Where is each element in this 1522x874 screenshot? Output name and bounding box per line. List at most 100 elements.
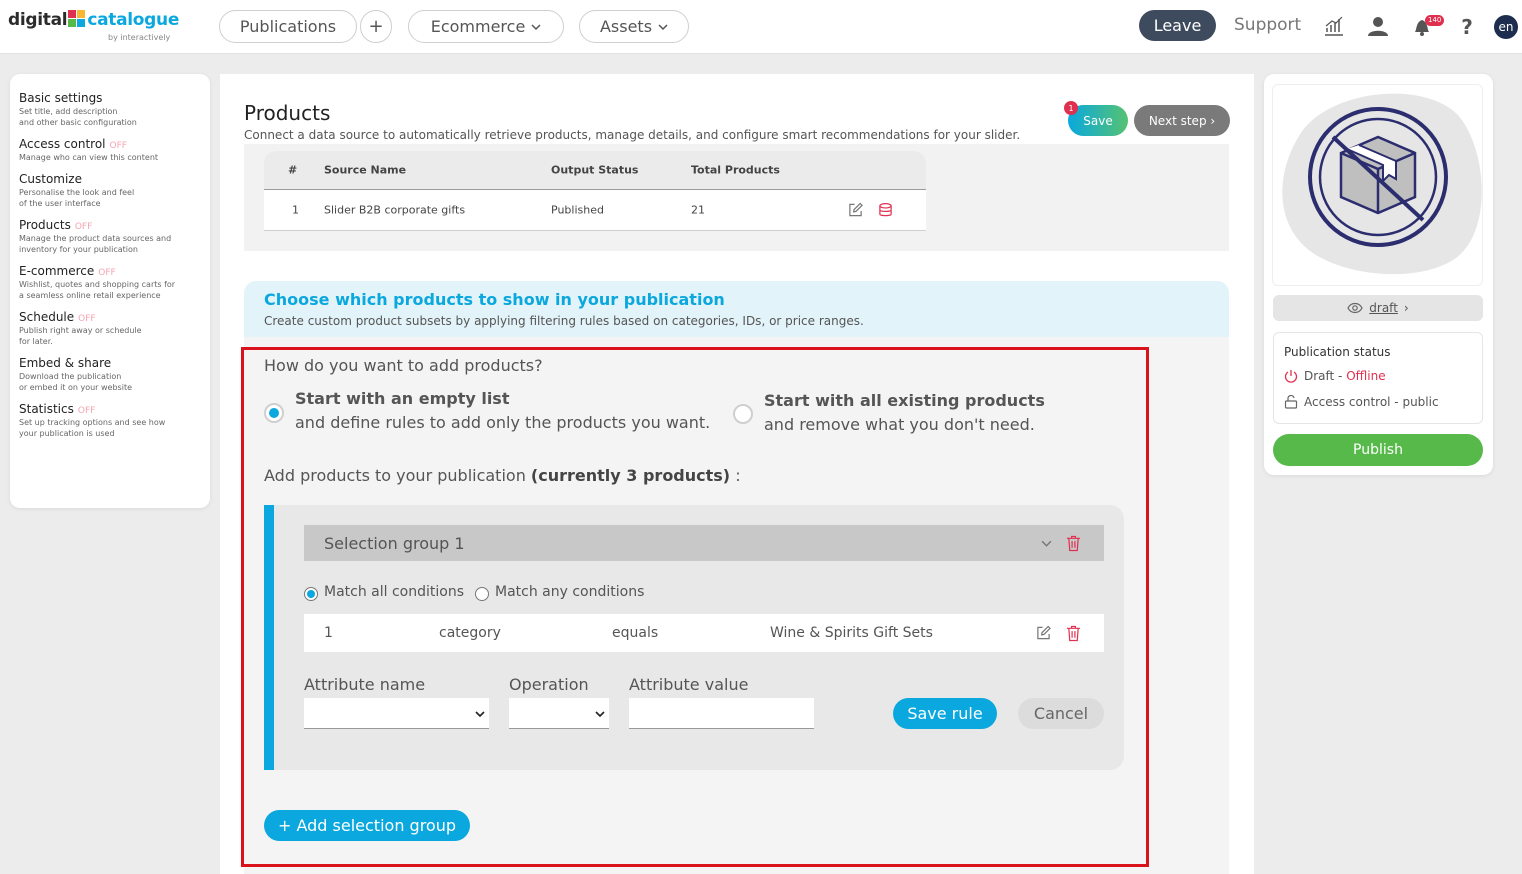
draft-link-label: draft: [1369, 301, 1398, 315]
col-total-products: Total Products: [691, 163, 780, 177]
plus-icon: +: [368, 16, 384, 37]
selection-group-title: Selection group 1: [324, 534, 465, 553]
chevron-down-icon: [531, 23, 541, 30]
logo-subtitle: by interactively: [108, 33, 171, 42]
all-products-subtitle: and remove what you don't need.: [764, 415, 1035, 434]
attribute-name-label: Attribute name: [304, 675, 426, 694]
sidebar-item-description: Manage who can view this content: [19, 153, 159, 162]
add-method-question: How do you want to add products?: [264, 356, 543, 375]
edit-icon[interactable]: [848, 202, 863, 218]
row-total-products: 21: [691, 203, 705, 217]
rule-operation: equals: [612, 625, 659, 641]
match-all-radio[interactable]: [304, 587, 318, 601]
nav-assets-label: Assets: [599, 17, 653, 36]
sidebar-item[interactable]: Access control OFF Manage who can view thi…: [19, 137, 210, 163]
row-output-status: Published: [551, 203, 604, 217]
nav-publications[interactable]: Publications: [219, 10, 357, 43]
sidebar-item-title: Basic settings: [19, 91, 210, 105]
support-link[interactable]: Support: [1234, 15, 1301, 35]
trash-icon[interactable]: [1066, 624, 1081, 642]
offline-status: Offline: [1346, 369, 1386, 383]
publish-button[interactable]: Publish: [1273, 434, 1483, 466]
table-row: 1 Slider B2B corporate gifts Published 2…: [264, 190, 926, 231]
chevron-down-icon[interactable]: [1041, 538, 1052, 549]
page-subtitle: Connect a data source to automatically r…: [244, 128, 1021, 142]
statistics-icon[interactable]: [1322, 14, 1346, 38]
rule-attribute: category: [439, 625, 501, 641]
logo-mark-icon: [68, 10, 86, 28]
nav-add-button[interactable]: +: [360, 10, 392, 43]
add-products-colon: :: [730, 466, 741, 485]
sidebar-item-label: Schedule: [19, 310, 75, 324]
logo[interactable]: digital catalogue by interactively: [8, 10, 179, 42]
rule-value: Wine & Spirits Gift Sets: [770, 625, 933, 641]
trash-icon[interactable]: [1066, 534, 1081, 552]
off-badge: OFF: [109, 141, 127, 151]
chevron-down-icon: [595, 711, 605, 718]
attribute-value-input[interactable]: [629, 698, 814, 729]
sidebar-item-title: Products OFF: [19, 218, 210, 232]
selection-group-header[interactable]: Selection group 1: [304, 525, 1104, 561]
sidebar-item-description: Download the publication or embed it on …: [19, 372, 132, 392]
sidebar-item[interactable]: E-commerce OFF Wishlist, quotes and shoppi…: [19, 264, 210, 301]
page-title: Products: [244, 101, 331, 125]
attribute-name-select[interactable]: [304, 698, 489, 729]
access-status: Access control - public: [1284, 395, 1439, 409]
sidebar-item-label: Basic settings: [19, 91, 103, 105]
sidebar-item[interactable]: Products OFF Manage the product data sourc…: [19, 218, 210, 255]
language-selector[interactable]: en: [1494, 15, 1518, 39]
sidebar-item[interactable]: Statistics OFF Set up tracking options and…: [19, 402, 210, 439]
settings-sidebar: Basic settings Set title, add description…: [10, 74, 210, 508]
sidebar-item-title: E-commerce OFF: [19, 264, 210, 278]
all-products-radio[interactable]: [733, 404, 753, 424]
nav-ecommerce[interactable]: Ecommerce: [408, 10, 564, 43]
add-products-label: Add products to your publication: [264, 466, 526, 485]
next-step-button[interactable]: Next step ›: [1134, 105, 1230, 136]
add-selection-group-label: + Add selection group: [277, 816, 457, 835]
save-rule-button[interactable]: Save rule: [893, 698, 997, 729]
leave-label: Leave: [1153, 16, 1202, 35]
draft-label: Draft -: [1304, 369, 1347, 383]
draft-link[interactable]: draft ›: [1273, 295, 1483, 321]
col-number: #: [288, 163, 298, 177]
match-any-label: Match any conditions: [495, 584, 645, 600]
database-icon[interactable]: [878, 203, 893, 218]
sidebar-item[interactable]: Schedule OFF Publish right away or schedul…: [19, 310, 210, 347]
choose-products-header: Choose which products to show in your pu…: [244, 281, 1229, 337]
cancel-label: Cancel: [1033, 704, 1089, 723]
sidebar-item-label: Access control: [19, 137, 106, 151]
leave-button[interactable]: Leave: [1139, 10, 1216, 41]
sidebar-item-description: Set up tracking options and see how your…: [19, 418, 166, 438]
rule-row: 1 category equals Wine & Spirits Gift Se…: [304, 614, 1104, 652]
sidebar-item[interactable]: Basic settings Set title, add description…: [19, 91, 210, 128]
add-selection-group-button[interactable]: + Add selection group: [264, 810, 470, 841]
publication-status-title: Publication status: [1284, 345, 1391, 359]
notification-badge: 140: [1425, 15, 1445, 26]
data-sources-section: # Source Name Output Status Total Produc…: [244, 144, 1229, 251]
nav-assets[interactable]: Assets: [579, 10, 689, 43]
publication-status-box: Publication status Draft - Offline Acces…: [1273, 332, 1483, 424]
user-icon[interactable]: [1366, 14, 1390, 38]
sidebar-item-title: Embed & share: [19, 356, 210, 370]
sidebar-item-description: Set title, add description and other bas…: [19, 107, 137, 127]
chevron-down-icon: [475, 711, 485, 718]
help-icon[interactable]: ?: [1455, 14, 1479, 38]
col-output-status: Output Status: [551, 163, 639, 177]
operation-label: Operation: [509, 675, 589, 694]
draft-status: Draft - Offline: [1284, 369, 1386, 383]
nav-ecommerce-label: Ecommerce: [430, 17, 526, 36]
empty-list-radio[interactable]: [264, 403, 284, 423]
sidebar-item[interactable]: Customize Personalise the look and feel o…: [19, 172, 210, 209]
edit-icon[interactable]: [1036, 625, 1051, 641]
operation-select[interactable]: [509, 698, 609, 729]
cancel-button[interactable]: Cancel: [1018, 698, 1104, 729]
match-any-radio[interactable]: [475, 587, 489, 601]
access-label: Access control - public: [1304, 395, 1439, 409]
unlock-icon: [1284, 395, 1298, 409]
chevron-down-icon: [658, 23, 668, 30]
sidebar-item-description: Manage the product data sources and inve…: [19, 234, 172, 254]
col-source-name: Source Name: [324, 163, 407, 177]
sidebar-item[interactable]: Embed & share Download the publication or…: [19, 356, 210, 393]
publication-preview[interactable]: [1272, 84, 1483, 286]
svg-text:?: ?: [1461, 15, 1473, 38]
